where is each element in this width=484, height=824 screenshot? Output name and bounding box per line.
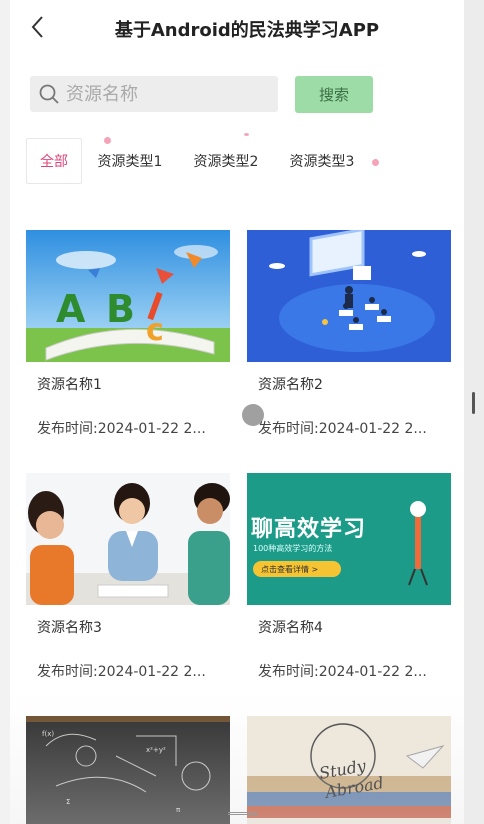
svg-text:Σ: Σ (66, 798, 70, 806)
card-title: 资源名称4 (258, 620, 323, 636)
scrollbar-handle[interactable] (472, 392, 475, 414)
card-title: 资源名称1 (37, 377, 102, 393)
category-tabs: 全部 资源类型1 资源类型2 资源类型3 (26, 138, 370, 184)
resource-card[interactable]: Study Abroad (247, 716, 451, 824)
resource-card[interactable]: 资源名称3 发布时间:2024-01-22 2... (26, 473, 230, 681)
card-thumbnail-teacher[interactable] (26, 473, 230, 605)
home-indicator[interactable] (228, 812, 258, 815)
card-thumbnail-classroom[interactable] (247, 230, 451, 362)
chevron-left-icon (31, 16, 43, 38)
search-field[interactable] (30, 76, 278, 112)
svg-text:f(x): f(x) (42, 730, 54, 738)
decorative-petal (104, 137, 111, 144)
card-thumbnail-study-abroad[interactable]: Study Abroad (247, 716, 451, 824)
resource-card[interactable]: 资源名称2 发布时间:2024-01-22 2... (247, 230, 451, 438)
header-bar: 基于Android的民法典学习APP (10, 0, 464, 56)
card-title: 资源名称3 (37, 620, 102, 636)
card-thumbnail-abc[interactable]: A B c (26, 230, 230, 362)
card-date: 发布时间:2024-01-22 2... (258, 421, 427, 437)
card-date: 发布时间:2024-01-22 2... (37, 664, 206, 680)
search-input[interactable] (66, 83, 266, 105)
tab-type-2[interactable]: 资源类型2 (178, 138, 274, 184)
back-button[interactable] (24, 12, 54, 42)
search-icon (39, 84, 59, 104)
decorative-petal (372, 159, 379, 166)
resource-card[interactable]: f(x) x²+y² Σπ (26, 716, 230, 824)
tab-type-3[interactable]: 资源类型3 (274, 138, 370, 184)
card-date: 发布时间:2024-01-22 2... (37, 421, 206, 437)
app-screen: 基于Android的民法典学习APP 搜索 全部 资源类型1 资源类型2 资源类… (10, 0, 464, 824)
resource-card[interactable]: A B c 资源名称1 发布时间:2024-01-22 2... (26, 230, 230, 438)
banner-headline: 聊高效学习 (251, 517, 367, 542)
resource-card[interactable]: 聊高效学习 100种高效学习的方法 点击查看详情 > 资源名称4 发布时间:20… (247, 473, 451, 681)
banner-subline: 100种高效学习的方法 (253, 544, 333, 553)
svg-text:B: B (106, 287, 135, 331)
page-title: 基于Android的民法典学习APP (114, 20, 380, 41)
tab-type-1[interactable]: 资源类型1 (82, 138, 178, 184)
card-thumbnail-chalkboard[interactable]: f(x) x²+y² Σπ (26, 716, 230, 824)
svg-text:x²+y²: x²+y² (146, 746, 166, 754)
tab-all[interactable]: 全部 (26, 138, 82, 184)
card-title: 资源名称2 (258, 377, 323, 393)
card-date: 发布时间:2024-01-22 2... (258, 664, 427, 680)
card-thumbnail-efficient-study[interactable]: 聊高效学习 100种高效学习的方法 点击查看详情 > (247, 473, 451, 605)
touch-indicator (242, 404, 264, 426)
search-button[interactable]: 搜索 (295, 76, 373, 113)
banner-cta: 点击查看详情 > (261, 565, 319, 574)
decorative-petal (244, 133, 249, 136)
svg-text:A: A (56, 287, 86, 331)
